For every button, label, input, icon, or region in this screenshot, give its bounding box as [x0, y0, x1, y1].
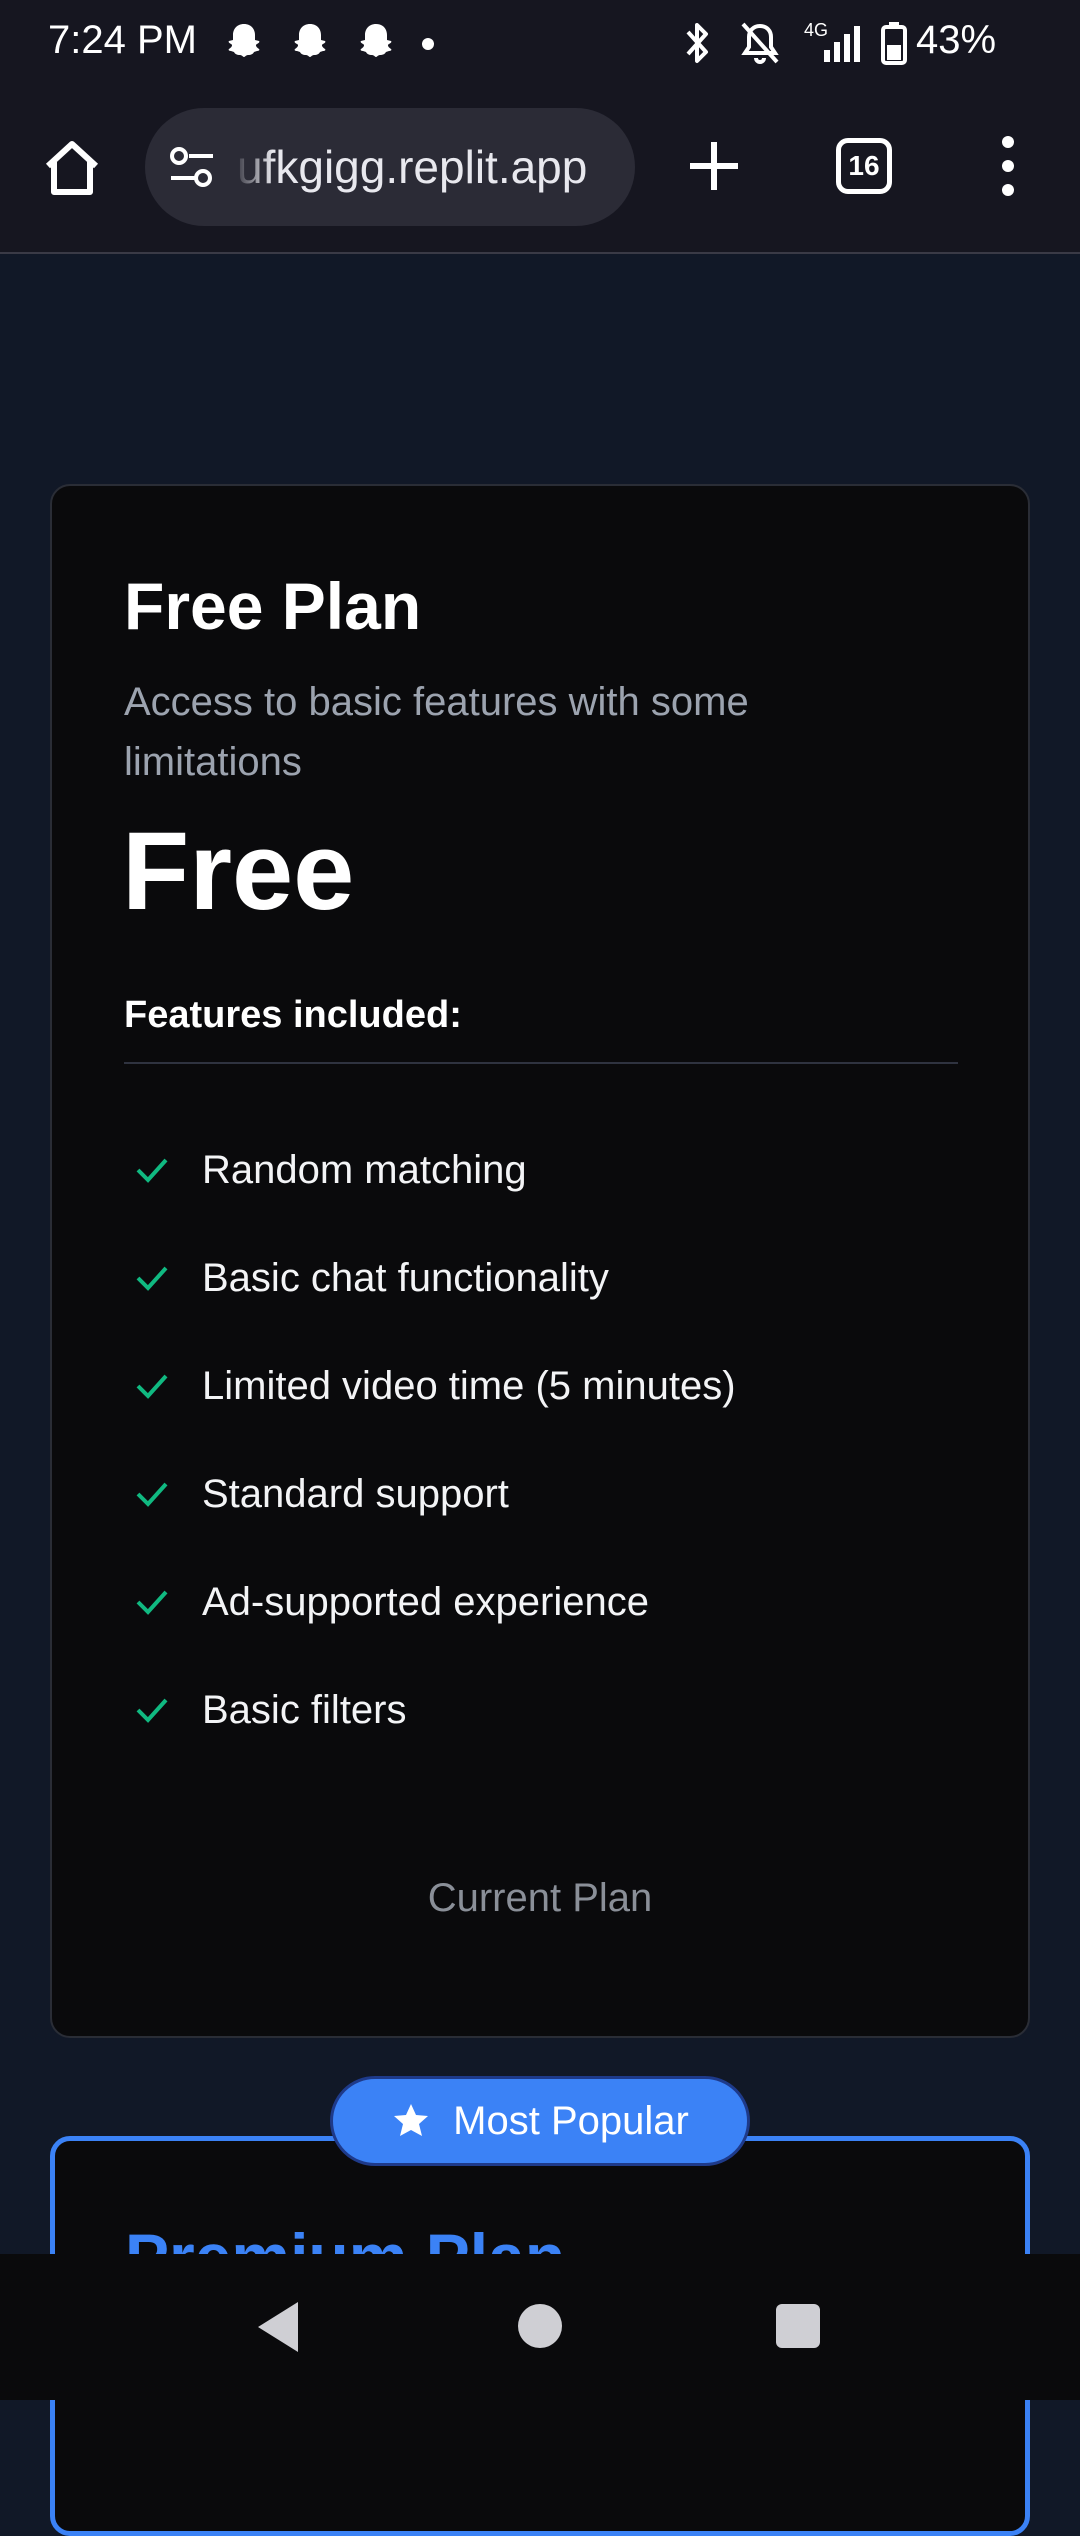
plan-description: Access to basic features with some limit…: [124, 680, 749, 784]
url-text[interactable]: ufkgigg.replit.app: [237, 140, 587, 194]
divider: [124, 1062, 958, 1064]
check-icon: [136, 1482, 168, 1507]
feature-item: Random matching: [124, 1116, 736, 1224]
signal-icon: [824, 26, 860, 62]
more-vert-icon[interactable]: [996, 134, 1020, 198]
site-settings-icon[interactable]: [167, 144, 217, 190]
bluetooth-icon: [686, 23, 708, 63]
back-icon[interactable]: [254, 2300, 302, 2354]
feature-item: Ad-supported experience: [124, 1548, 736, 1656]
battery-percent: 43%: [916, 18, 997, 62]
status-bar: 7:24 PM 4G 43%: [0, 0, 1080, 86]
plan-price: Free: [122, 810, 355, 933]
features-heading: Features included:: [124, 994, 462, 1036]
feature-text: Basic filters: [202, 1687, 407, 1732]
feature-item: Basic chat functionality: [124, 1224, 736, 1332]
check-icon: [136, 1158, 168, 1183]
badge-label: Most Popular: [453, 2098, 689, 2143]
battery-icon: [881, 22, 907, 65]
url-fade: [233, 108, 273, 226]
more-notifications-dot: [422, 38, 434, 50]
check-icon: [136, 1374, 168, 1399]
free-plan-card: Free Plan Access to basic features with …: [50, 484, 1030, 2038]
snapchat-icon: [228, 24, 260, 57]
feature-text: Ad-supported experience: [202, 1579, 649, 1624]
feature-text: Limited video time (5 minutes): [202, 1363, 736, 1408]
tab-count: 16: [848, 150, 880, 181]
address-bar[interactable]: ufkgigg.replit.app: [145, 108, 635, 226]
feature-text: Basic chat functionality: [202, 1255, 609, 1300]
plan-title: Free Plan: [124, 569, 422, 643]
new-tab-icon[interactable]: [686, 138, 742, 194]
current-plan-button[interactable]: Current Plan: [52, 1876, 1028, 1921]
feature-item: Limited video time (5 minutes): [124, 1332, 736, 1440]
status-time: 7:24 PM: [48, 18, 197, 62]
feature-item: Basic filters: [124, 1656, 736, 1764]
feature-text: Standard support: [202, 1471, 509, 1516]
home-nav-button[interactable]: [518, 2304, 562, 2348]
home-icon[interactable]: [40, 136, 104, 200]
check-icon: [136, 1698, 168, 1723]
snapchat-icon: [294, 24, 326, 57]
tab-switcher-button[interactable]: 16: [836, 138, 892, 194]
silent-bell-icon: [741, 22, 779, 64]
feature-text: Random matching: [202, 1147, 527, 1192]
check-icon: [136, 1590, 168, 1615]
browser-toolbar: ufkgigg.replit.app 16: [0, 86, 1080, 254]
feature-list: Random matching Basic chat functionality…: [124, 1116, 736, 1764]
recents-nav-button[interactable]: [776, 2304, 820, 2348]
check-icon: [136, 1266, 168, 1291]
most-popular-badge: Most Popular: [330, 2076, 750, 2166]
system-nav-bar: [0, 2254, 1080, 2400]
star-icon: [394, 2104, 429, 2136]
snapchat-icon: [360, 24, 392, 57]
feature-item: Standard support: [124, 1440, 736, 1548]
